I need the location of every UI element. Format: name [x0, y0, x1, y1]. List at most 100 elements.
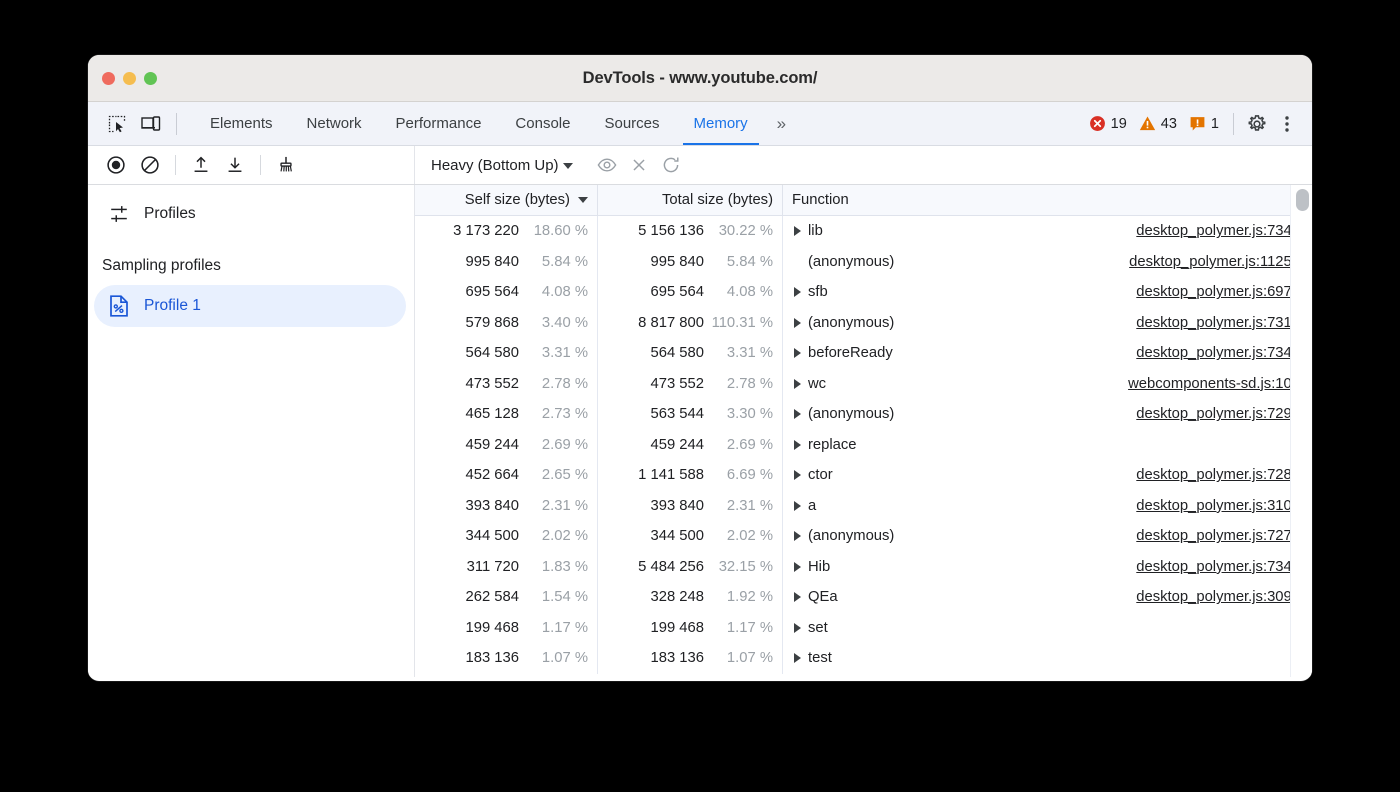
expand-triangle-icon[interactable]	[794, 592, 801, 602]
table-row[interactable]: 183 1361.07 %183 1361.07 %test	[415, 643, 1312, 674]
table-row[interactable]: 465 1282.73 %563 5443.30 %(anonymous)des…	[415, 399, 1312, 430]
column-header-total-size[interactable]: Total size (bytes)	[598, 185, 783, 216]
expand-triangle-icon[interactable]	[794, 653, 801, 663]
total-size-value: 459 244	[598, 437, 704, 453]
cell-self-size: 262 5841.54 %	[415, 582, 598, 613]
table-row[interactable]: 344 5002.02 %344 5002.02 %(anonymous)des…	[415, 521, 1312, 552]
source-link[interactable]: desktop_polymer.js:3102	[1136, 498, 1300, 514]
source-link[interactable]: desktop_polymer.js:7273	[1136, 528, 1300, 544]
table-row[interactable]: 393 8402.31 %393 8402.31 %adesktop_polym…	[415, 491, 1312, 522]
column-header-label: Total size (bytes)	[607, 192, 773, 208]
expand-triangle-icon[interactable]	[794, 226, 801, 236]
scrollbar-thumb[interactable]	[1296, 189, 1309, 211]
exclude-selected-function-button[interactable]	[623, 151, 655, 179]
table-row[interactable]: 452 6642.65 %1 141 5886.69 %ctordesktop_…	[415, 460, 1312, 491]
expand-triangle-icon[interactable]	[794, 379, 801, 389]
total-size-percent: 1.07 %	[704, 650, 773, 666]
table-row[interactable]: 579 8683.40 %8 817 800110.31 %(anonymous…	[415, 308, 1312, 339]
tab-network[interactable]: Network	[290, 102, 379, 145]
table-vertical-scrollbar[interactable]	[1290, 185, 1312, 677]
error-circle-icon	[1089, 115, 1106, 132]
minimize-window-button[interactable]	[123, 72, 136, 85]
ban-circle-icon	[139, 154, 161, 176]
tab-performance[interactable]: Performance	[379, 102, 499, 145]
total-size-value: 564 580	[598, 345, 704, 361]
cell-self-size: 183 1361.07 %	[415, 643, 598, 674]
clear-button[interactable]	[134, 151, 166, 179]
total-size-percent: 2.02 %	[704, 528, 773, 544]
source-link[interactable]: desktop_polymer.js:11258	[1129, 254, 1300, 270]
table-row[interactable]: 311 7201.83 %5 484 25632.15 %Hibdesktop_…	[415, 552, 1312, 583]
issue-box-icon	[1189, 115, 1206, 132]
broom-icon	[275, 154, 297, 176]
table-row[interactable]: 262 5841.54 %328 2481.92 %QEadesktop_pol…	[415, 582, 1312, 613]
function-name: QEa	[808, 589, 838, 605]
source-link[interactable]: desktop_polymer.js:3094	[1136, 589, 1300, 605]
source-link[interactable]: desktop_polymer.js:7285	[1136, 467, 1300, 483]
function-name: a	[808, 498, 816, 514]
table-row[interactable]: 473 5522.78 %473 5522.78 %wcwebcomponent…	[415, 369, 1312, 400]
expand-triangle-icon[interactable]	[794, 318, 801, 328]
error-count[interactable]: 19	[1089, 115, 1127, 132]
view-mode-select[interactable]: Heavy (Bottom Up)	[427, 155, 577, 176]
total-size-percent: 3.31 %	[704, 345, 773, 361]
maximize-window-button[interactable]	[144, 72, 157, 85]
download-arrow-icon	[224, 154, 246, 176]
kebab-menu-icon[interactable]	[1272, 109, 1302, 139]
expand-triangle-icon[interactable]	[794, 440, 801, 450]
toolbar-divider-2	[260, 155, 261, 175]
error-count-value: 19	[1111, 116, 1127, 132]
restore-all-functions-button[interactable]	[655, 151, 687, 179]
expand-triangle-icon[interactable]	[794, 348, 801, 358]
expand-triangle-icon[interactable]	[794, 470, 801, 480]
column-header-self-size[interactable]: Self size (bytes)	[415, 185, 598, 216]
expand-triangle-icon[interactable]	[794, 623, 801, 633]
expand-triangle-icon[interactable]	[794, 501, 801, 511]
source-link[interactable]: webcomponents-sd.js:105	[1128, 376, 1300, 392]
expand-triangle-icon[interactable]	[794, 287, 801, 297]
table-row[interactable]: 564 5803.31 %564 5803.31 %beforeReadydes…	[415, 338, 1312, 369]
table-row[interactable]: 459 2442.69 %459 2442.69 %replace	[415, 430, 1312, 461]
tab-console[interactable]: Console	[498, 102, 587, 145]
profile-table: Self size (bytes) Total size (bytes) Fun…	[415, 185, 1312, 677]
issue-count[interactable]: 1	[1189, 115, 1219, 132]
collect-garbage-button[interactable]	[270, 151, 302, 179]
sidebar-header[interactable]: Profiles	[88, 195, 414, 233]
gear-icon[interactable]	[1242, 109, 1272, 139]
expand-triangle-icon[interactable]	[794, 531, 801, 541]
tab-memory[interactable]: Memory	[677, 102, 765, 145]
source-link[interactable]: desktop_polymer.js:7342	[1136, 559, 1300, 575]
warning-count[interactable]: 43	[1139, 115, 1177, 132]
source-link[interactable]: desktop_polymer.js:6970	[1136, 284, 1300, 300]
source-link[interactable]: desktop_polymer.js:7344	[1136, 345, 1300, 361]
device-toolbar-icon[interactable]	[136, 110, 166, 138]
source-link[interactable]: desktop_polymer.js:7344	[1136, 223, 1300, 239]
inspect-element-icon[interactable]	[102, 110, 132, 138]
table-row[interactable]: 199 4681.17 %199 4681.17 %set	[415, 613, 1312, 644]
expand-triangle-icon[interactable]	[794, 409, 801, 419]
expand-triangle-icon[interactable]	[794, 562, 801, 572]
cell-total-size: 473 5522.78 %	[598, 369, 783, 400]
cell-self-size: 452 6642.65 %	[415, 460, 598, 491]
close-window-button[interactable]	[102, 72, 115, 85]
save-button[interactable]	[219, 151, 251, 179]
cell-function: sfbdesktop_polymer.js:6970	[783, 277, 1312, 308]
tab-sources[interactable]: Sources	[587, 102, 676, 145]
source-link[interactable]: desktop_polymer.js:7319	[1136, 315, 1300, 331]
record-button[interactable]	[100, 151, 132, 179]
tab-label: Console	[515, 115, 570, 132]
tab-elements[interactable]: Elements	[193, 102, 290, 145]
column-header-function[interactable]: Function	[783, 185, 1312, 216]
table-row[interactable]: 3 173 22018.60 %5 156 13630.22 %libdeskt…	[415, 216, 1312, 247]
focus-selected-function-button[interactable]	[591, 151, 623, 179]
source-link[interactable]: desktop_polymer.js:7297	[1136, 406, 1300, 422]
table-row[interactable]: 995 8405.84 %995 8405.84 %(anonymous)des…	[415, 247, 1312, 278]
more-tabs-chevron-icon[interactable]: »	[765, 102, 796, 145]
cell-self-size: 995 8405.84 %	[415, 247, 598, 278]
load-button[interactable]	[185, 151, 217, 179]
table-row[interactable]: 695 5644.08 %695 5644.08 %sfbdesktop_pol…	[415, 277, 1312, 308]
self-size-value: 199 468	[415, 620, 519, 636]
sidebar-item-profile-1[interactable]: Profile 1	[94, 285, 406, 327]
self-size-value: 393 840	[415, 498, 519, 514]
cell-total-size: 344 5002.02 %	[598, 521, 783, 552]
